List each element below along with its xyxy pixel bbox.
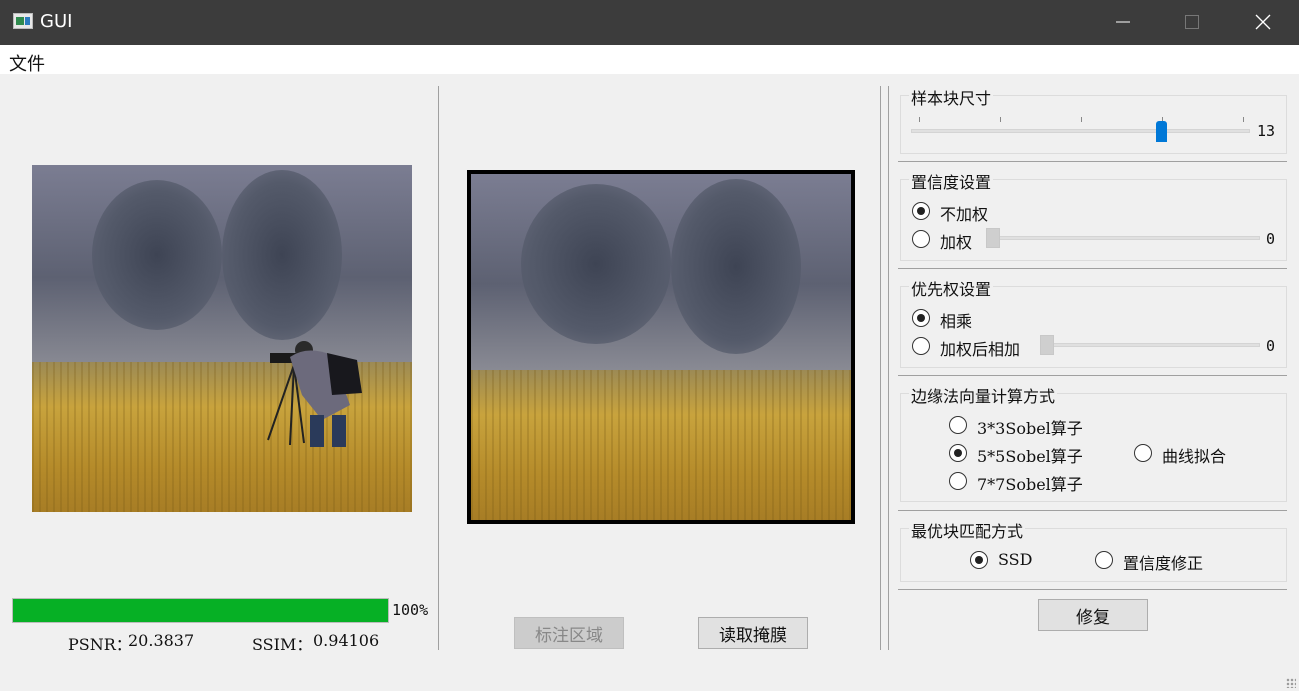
option-sobel-3x3[interactable]: 3*3Sobel算子	[977, 415, 1083, 439]
ssim-label: SSIM：	[252, 635, 313, 654]
menu-bar: 文件	[0, 45, 1299, 76]
option-multiply[interactable]: 相乘	[940, 308, 972, 332]
divider	[898, 375, 1287, 376]
patch-size-slider-handle[interactable]	[1156, 121, 1167, 142]
divider	[898, 510, 1287, 511]
edge-normal-title: 边缘法向量计算方式	[909, 383, 1058, 407]
slider-tick	[919, 117, 920, 122]
divider-left	[438, 86, 439, 650]
priority-title: 优先权设置	[909, 276, 994, 300]
match-title: 最优块匹配方式	[909, 518, 1026, 542]
option-sobel-5x5[interactable]: 5*5Sobel算子	[977, 443, 1083, 467]
confidence-weight-value: 0	[1266, 230, 1276, 248]
priority-weight-slider-handle[interactable]	[1040, 335, 1054, 355]
close-button[interactable]	[1240, 0, 1286, 45]
progress-percent: 100%	[392, 601, 429, 619]
divider-right-a	[880, 86, 881, 650]
read-mask-button[interactable]: 读取掩膜	[698, 617, 808, 649]
progress-fill	[13, 599, 388, 622]
option-sobel-7x7[interactable]: 7*7Sobel算子	[977, 471, 1083, 495]
maximize-icon	[1185, 15, 1199, 29]
menu-file[interactable]: 文件	[9, 50, 45, 76]
option-confidence-correction[interactable]: 置信度修正	[1123, 550, 1203, 574]
mark-region-button[interactable]: 标注区域	[514, 617, 624, 649]
divider	[898, 161, 1287, 162]
ssim-value: 0.94106	[313, 631, 380, 650]
priority-weight-value: 0	[1266, 337, 1276, 355]
progress-bar	[12, 598, 389, 623]
divider	[898, 589, 1287, 590]
psnr-label: PSNR：	[68, 635, 132, 654]
title-bar: GUI	[0, 0, 1299, 45]
radio-weighted[interactable]	[912, 230, 930, 248]
priority-weight-track	[1040, 343, 1260, 347]
option-weighted[interactable]: 加权	[940, 229, 972, 253]
original-image	[32, 165, 412, 512]
result-image[interactable]	[467, 170, 855, 524]
minimize-icon	[1116, 21, 1130, 23]
option-weighted-sum[interactable]: 加权后相加	[940, 336, 1020, 360]
psnr-value: 20.3837	[128, 631, 195, 650]
resize-grip[interactable]	[1286, 678, 1296, 688]
option-ssd[interactable]: SSD	[998, 550, 1032, 569]
radio-multiply[interactable]	[912, 309, 930, 327]
radio-sobel-3x3[interactable]	[949, 416, 967, 434]
option-curve-fit[interactable]: 曲线拟合	[1162, 443, 1226, 467]
patch-size-title: 样本块尺寸	[909, 85, 994, 109]
photographer-figure	[267, 341, 362, 447]
slider-tick	[1000, 117, 1001, 122]
option-unweighted[interactable]: 不加权	[940, 201, 988, 225]
minimize-button[interactable]	[1100, 0, 1146, 45]
repair-button[interactable]: 修复	[1038, 599, 1148, 631]
radio-confidence-correction[interactable]	[1095, 551, 1113, 569]
slider-tick	[1243, 117, 1244, 122]
divider	[898, 268, 1287, 269]
divider-right-b	[888, 86, 889, 650]
radio-sobel-7x7[interactable]	[949, 472, 967, 490]
radio-weighted-sum[interactable]	[912, 337, 930, 355]
patch-size-value: 13	[1257, 122, 1276, 140]
radio-sobel-5x5[interactable]	[949, 444, 967, 462]
radio-unweighted[interactable]	[912, 202, 930, 220]
close-icon	[1255, 14, 1271, 30]
maximize-button[interactable]	[1169, 0, 1215, 45]
radio-curve-fit[interactable]	[1134, 444, 1152, 462]
confidence-title: 置信度设置	[909, 169, 994, 193]
slider-tick	[1081, 117, 1082, 122]
window-title: GUI	[40, 11, 73, 32]
patch-size-track	[911, 129, 1250, 133]
radio-ssd[interactable]	[970, 551, 988, 569]
confidence-weight-slider-handle[interactable]	[986, 228, 1000, 248]
confidence-weight-track	[986, 236, 1260, 240]
app-icon	[13, 13, 33, 29]
